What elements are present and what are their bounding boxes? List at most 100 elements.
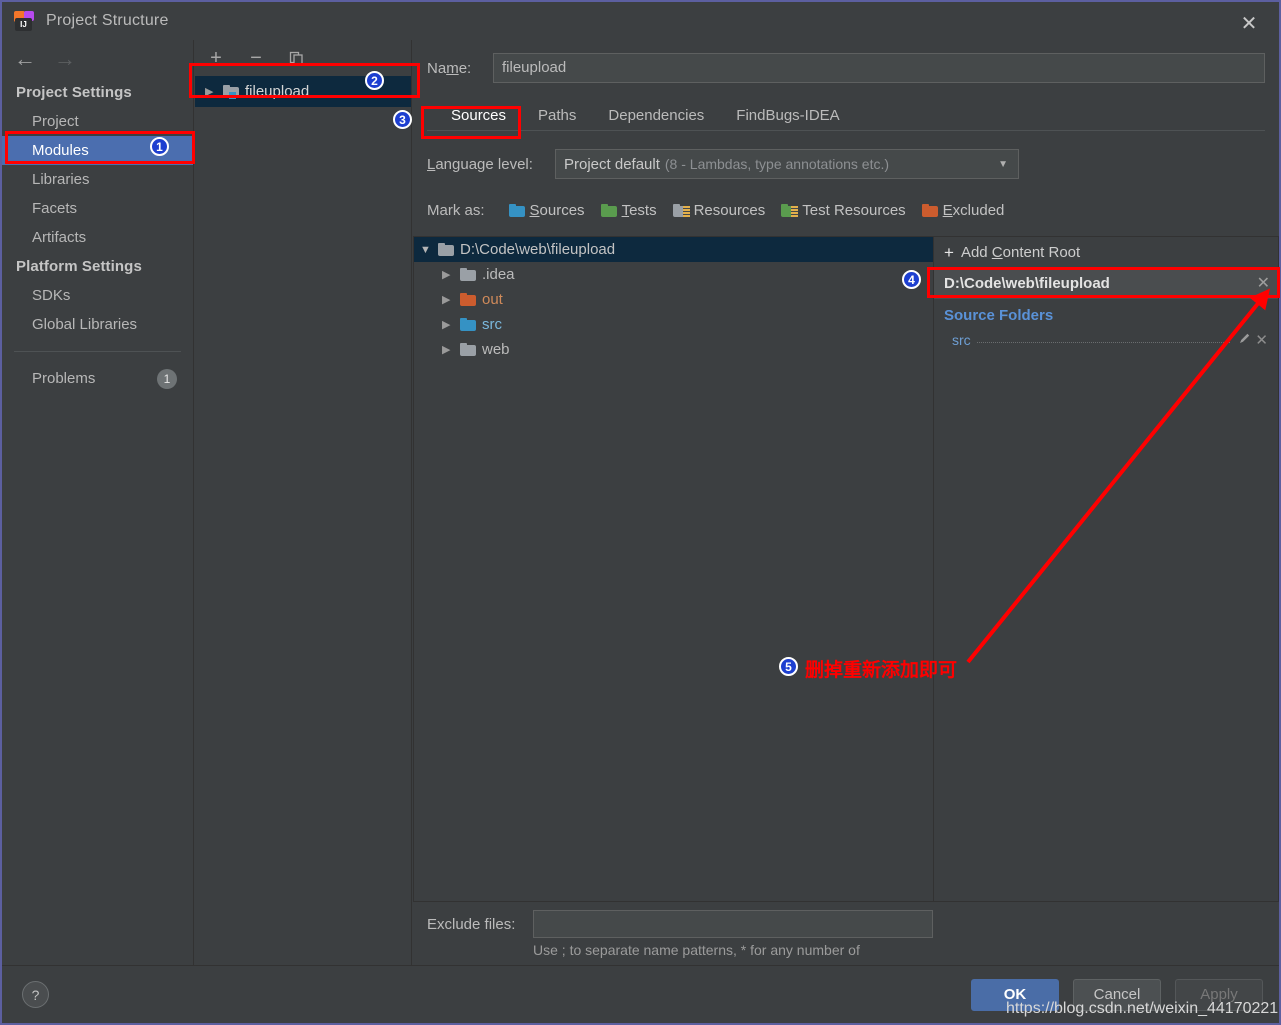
help-icon[interactable]: ? (22, 981, 49, 1008)
test-resources-folder-icon (781, 203, 799, 217)
tests-folder-icon (600, 203, 617, 217)
sidebar-item-global-libraries[interactable]: Global Libraries (2, 310, 193, 339)
chevron-right-icon[interactable]: ▶ (442, 268, 454, 281)
pencil-icon[interactable] (1238, 332, 1251, 348)
chevron-right-icon[interactable]: ▶ (442, 318, 454, 331)
close-icon[interactable]: ✕ (1227, 8, 1271, 38)
back-arrow-icon[interactable]: ← (14, 48, 36, 70)
name-label-post: e: (458, 59, 472, 77)
language-level-detail: (8 - Lambdas, type annotations etc.) (664, 156, 890, 172)
sidebar-item-label: Facets (32, 200, 78, 217)
folder-icon (460, 293, 476, 306)
tree-row[interactable]: ▶ src (414, 312, 933, 337)
exclude-files-input[interactable] (533, 910, 933, 938)
sources-split-panel: ▼ D:\Code\web\fileupload ▶ .idea ▶ out ▶ (413, 236, 1279, 902)
tree-row[interactable]: ▶ web (414, 337, 933, 362)
chevron-down-icon[interactable]: ▼ (998, 159, 1008, 170)
mark-as-sources-label: Sources (529, 201, 585, 219)
mark-as-sources-button[interactable]: Sources (503, 202, 591, 219)
chevron-right-icon[interactable]: ▶ (442, 343, 454, 356)
sidebar-item-label: SDKs (32, 287, 71, 304)
tab-findbugs-idea[interactable]: FindBugs-IDEA (720, 101, 855, 130)
exclude-hint-line1: Use ; to separate name patterns, * for a… (533, 942, 860, 958)
folder-icon (460, 343, 476, 356)
project-structure-dialog: IJ Project Structure ✕ ← → Project Setti… (0, 0, 1281, 1025)
sidebar-item-label: Artifacts (32, 229, 87, 246)
module-name-label: fileupload (245, 83, 310, 100)
tab-sources[interactable]: Sources (435, 101, 522, 130)
language-level-value: Project default (564, 155, 660, 173)
group-header-platform-settings: Platform Settings (16, 258, 142, 275)
annotation-marker-5: 5 (779, 657, 798, 676)
tab-paths[interactable]: Paths (522, 101, 592, 130)
folder-icon (460, 318, 476, 331)
resources-folder-icon (672, 203, 690, 217)
name-label-pre: Na (427, 59, 447, 77)
annotation-marker-2: 2 (365, 71, 384, 90)
mark-as-excluded-label: Excluded (942, 201, 1005, 219)
sidebar-item-problems[interactable]: Problems 1 (2, 364, 193, 393)
chevron-down-icon[interactable]: ▼ (420, 244, 432, 256)
tree-row[interactable]: ▶ out (414, 287, 933, 312)
folder-icon (438, 243, 454, 256)
language-level-label-rest: anguage level: (435, 155, 533, 173)
module-name-input[interactable]: fileupload (493, 53, 1265, 83)
annotation-marker-1: 1 (150, 137, 169, 156)
window-title: Project Structure (46, 12, 169, 29)
excluded-folder-icon (921, 203, 938, 217)
tab-dependencies[interactable]: Dependencies (592, 101, 720, 130)
add-content-root-label: Add Content Root (960, 243, 1081, 261)
sidebar-item-facets[interactable]: Facets (2, 194, 193, 223)
dotted-leader (976, 333, 1231, 343)
mark-as-excluded-button[interactable]: Excluded (916, 202, 1011, 219)
group-header-project-settings: Project Settings (16, 84, 132, 101)
add-content-root-button[interactable]: + Add Content Root (934, 237, 1278, 267)
language-level-select[interactable]: Project default (8 - Lambdas, type annot… (555, 149, 1019, 179)
chevron-right-icon[interactable]: ▶ (205, 85, 217, 98)
sidebar-item-libraries[interactable]: Libraries (2, 165, 193, 194)
content-roots-panel: + Add Content Root D:\Code\web\fileuploa… (934, 236, 1279, 902)
problems-count-badge: 1 (157, 368, 177, 389)
module-name-row: Name: fileupload (413, 48, 1279, 88)
mark-as-toolbar: Mark as: Sources Tests Resources Test Re… (413, 195, 1279, 225)
exclude-files-label: Exclude files: (427, 915, 516, 933)
copy-module-icon[interactable] (285, 47, 307, 69)
module-editor-panel: Name: fileupload Sources Paths Dependenc… (413, 40, 1279, 978)
module-folder-icon (223, 85, 239, 99)
sidebar-item-sdks[interactable]: SDKs (2, 281, 193, 310)
tree-row-label: src (482, 316, 502, 333)
name-label-mnemonic: m (446, 59, 459, 77)
sidebar-divider (14, 351, 181, 352)
content-root-path: D:\Code\web\fileupload (944, 274, 1110, 292)
content-tree[interactable]: ▼ D:\Code\web\fileupload ▶ .idea ▶ out ▶ (413, 236, 934, 902)
remove-source-folder-icon[interactable]: ✕ (1255, 331, 1268, 349)
annotation-marker-4: 4 (902, 270, 921, 289)
sidebar-item-project[interactable]: Project (2, 107, 193, 136)
source-folder-name: src (952, 332, 971, 348)
remove-module-icon[interactable]: − (245, 47, 267, 69)
forward-arrow-icon: → (54, 46, 76, 71)
plus-icon: + (944, 242, 954, 262)
tree-row[interactable]: ▼ D:\Code\web\fileupload (414, 237, 933, 262)
source-folder-row[interactable]: src ✕ (934, 328, 1278, 352)
annotation-marker-3: 3 (393, 110, 412, 129)
module-name-label-static: Name: (427, 60, 493, 77)
sidebar-item-label: Global Libraries (32, 316, 138, 333)
mark-as-test-resources-button[interactable]: Test Resources (775, 202, 911, 219)
content-root-item[interactable]: D:\Code\web\fileupload ✕ (934, 267, 1278, 299)
remove-content-root-icon[interactable]: ✕ (1257, 273, 1270, 293)
sources-folder-icon (508, 203, 525, 217)
chevron-right-icon[interactable]: ▶ (442, 293, 454, 306)
tree-row[interactable]: ▶ .idea (414, 262, 933, 287)
module-list-panel: + − ▶ fileupload (195, 40, 412, 965)
tree-row-label: .idea (482, 266, 515, 283)
tabs-divider (427, 130, 1265, 131)
add-module-icon[interactable]: + (205, 47, 227, 69)
sidebar-item-label: Problems (32, 370, 96, 387)
module-tabs: Sources Paths Dependencies FindBugs-IDEA (413, 96, 1279, 130)
annotation-note-chinese: 删掉重新添加即可 (805, 659, 958, 681)
mark-as-resources-button[interactable]: Resources (667, 202, 772, 219)
mark-as-test-resources-label: Test Resources (802, 201, 906, 219)
mark-as-tests-button[interactable]: Tests (595, 202, 663, 219)
sidebar-item-artifacts[interactable]: Artifacts (2, 223, 193, 252)
